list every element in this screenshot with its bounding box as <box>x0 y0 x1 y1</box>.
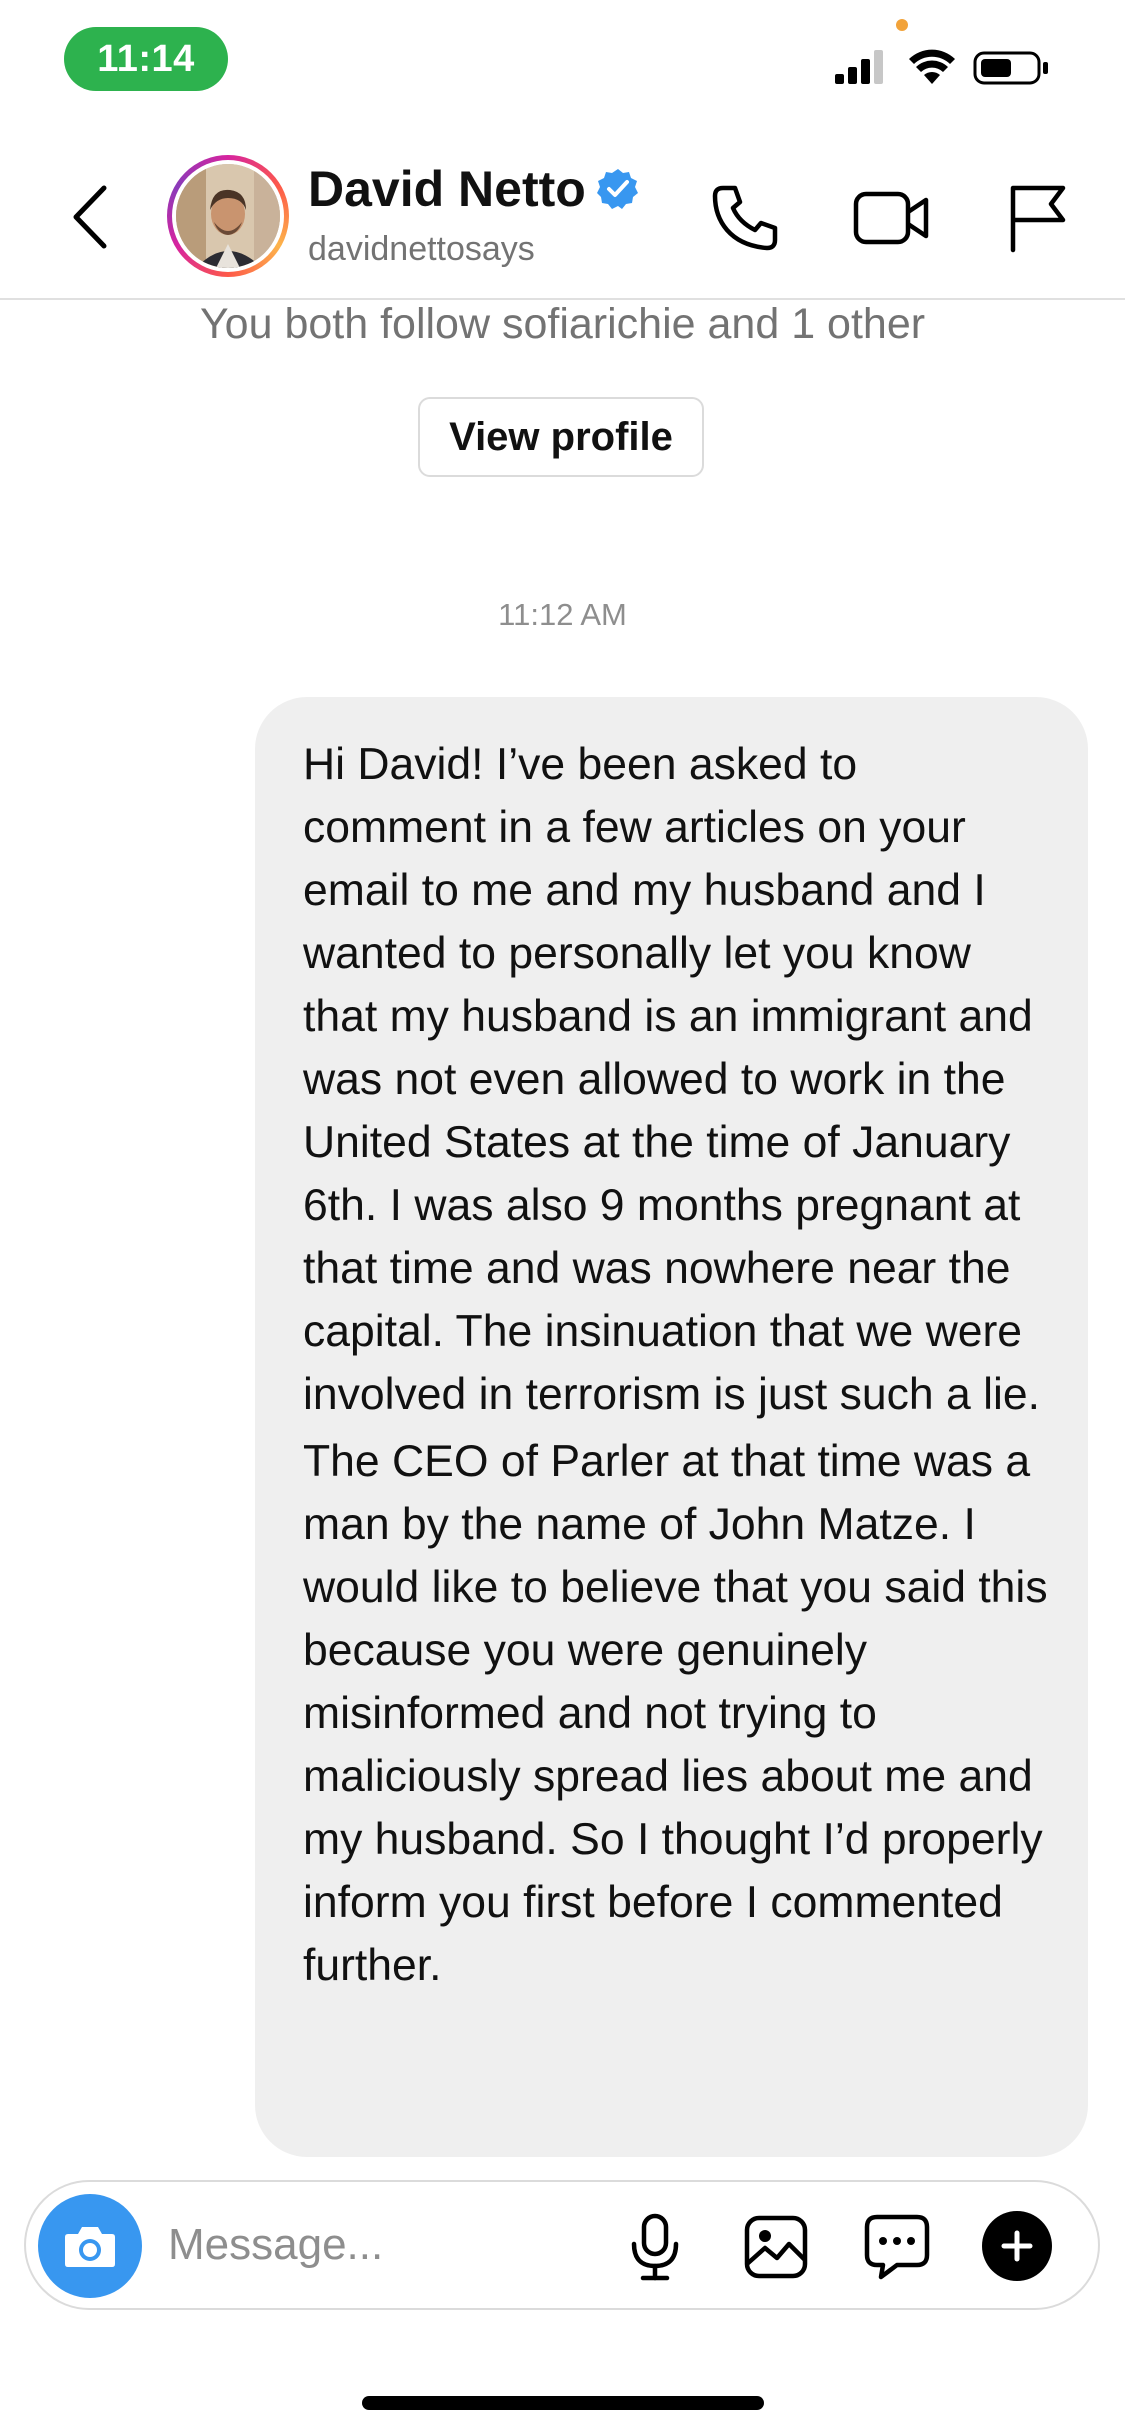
profile-name-row[interactable]: David Netto <box>308 160 640 218</box>
back-chevron-icon <box>73 185 107 249</box>
verified-badge-icon <box>596 169 638 209</box>
plus-icon <box>1001 2230 1033 2262</box>
flag-icon <box>1010 185 1066 253</box>
message-paragraph-2: The CEO of Parler at that time was a man… <box>303 1437 1048 1990</box>
voice-message-button[interactable] <box>620 2212 690 2282</box>
mutual-followers-text: You both follow sofiarichie and 1 other <box>199 300 926 348</box>
wifi-icon <box>909 49 955 84</box>
camera-button[interactable] <box>38 2194 142 2298</box>
gallery-button[interactable] <box>741 2212 811 2282</box>
camera-icon <box>65 2227 115 2267</box>
back-button[interactable] <box>60 172 120 262</box>
microphone-icon <box>631 2213 679 2281</box>
battery-icon <box>973 51 1048 85</box>
avatar <box>176 164 280 268</box>
message-composer <box>24 2180 1100 2310</box>
view-profile-button[interactable]: View profile <box>418 397 704 477</box>
status-bar: 11:14 <box>0 0 1125 120</box>
avatar-story-ring[interactable] <box>167 155 289 277</box>
profile-username[interactable]: davidnettosays <box>308 230 535 269</box>
report-flag-button[interactable] <box>998 178 1078 258</box>
message-timestamp: 11:12 AM <box>498 597 627 632</box>
video-camera-icon <box>853 191 929 245</box>
gallery-icon <box>744 2215 808 2279</box>
phone-icon <box>712 185 778 251</box>
status-icons <box>825 44 1085 94</box>
sticker-button[interactable] <box>862 2212 932 2282</box>
message-input[interactable] <box>168 2212 588 2278</box>
message-bubble[interactable]: Hi David! I’ve been asked to comment in … <box>255 697 1088 2157</box>
home-indicator[interactable] <box>362 2396 764 2410</box>
avatar-image <box>176 164 280 268</box>
profile-name[interactable]: David Netto <box>308 160 586 218</box>
chat-header: David Netto davidnettosays <box>0 130 1125 300</box>
cellular-signal-icon <box>835 50 883 84</box>
privacy-indicator-dot <box>896 19 908 31</box>
message-paragraph-1: Hi David! I’ve been asked to comment in … <box>303 740 1040 1419</box>
sticker-chat-icon <box>864 2214 930 2280</box>
video-call-button[interactable] <box>852 178 932 258</box>
more-actions-button[interactable] <box>982 2211 1052 2281</box>
audio-call-button[interactable] <box>705 178 785 258</box>
status-time[interactable]: 11:14 <box>64 27 228 91</box>
